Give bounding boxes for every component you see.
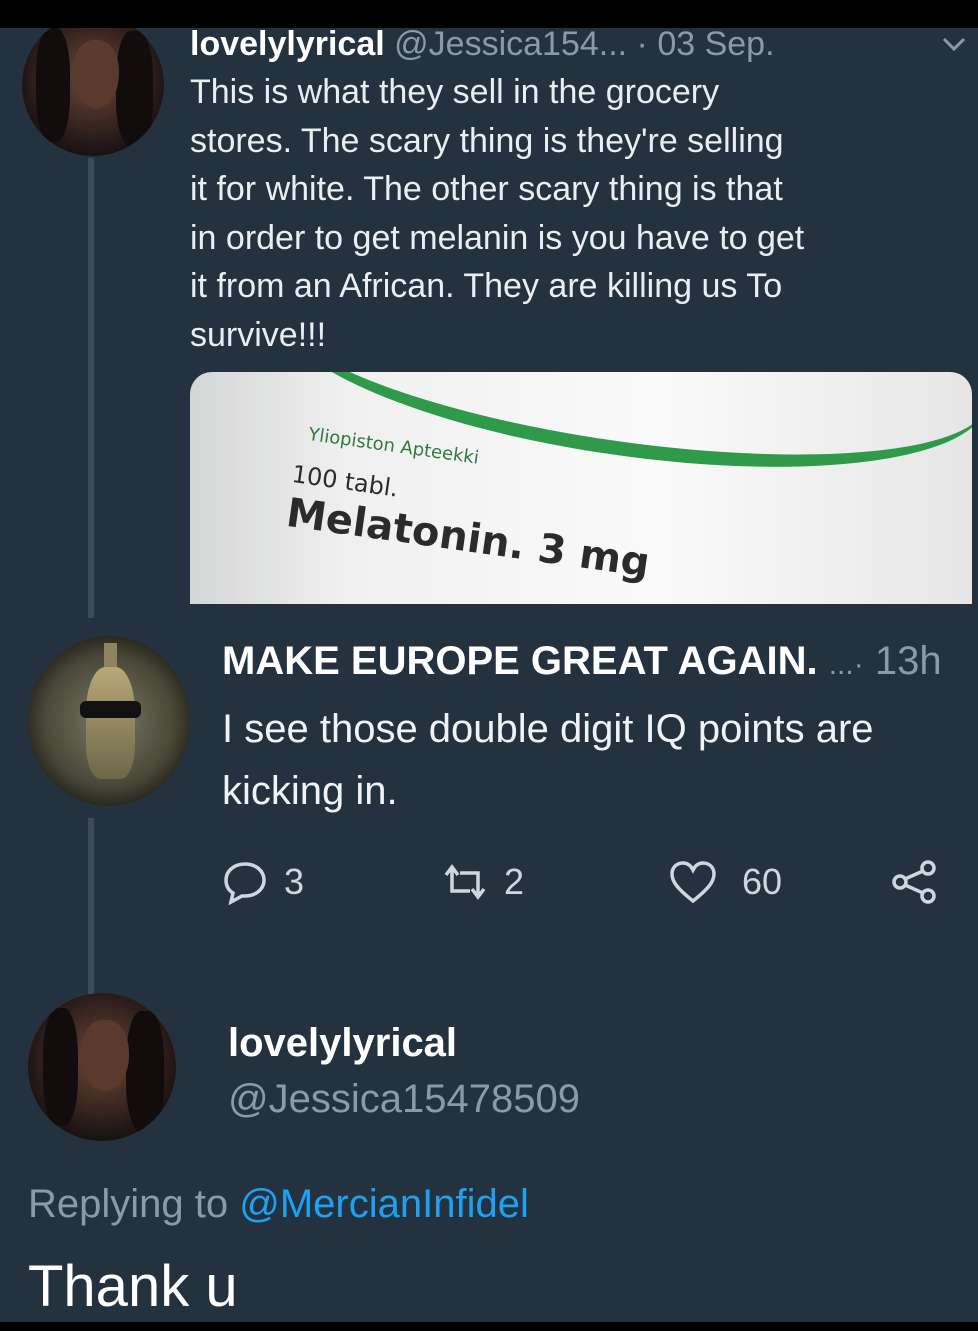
tweet-text-line: in order to get melanin is you have to g…	[190, 218, 805, 257]
share-icon[interactable]	[890, 859, 940, 905]
tweet-thread: lovelylyrical @Jessica154... · 03 Sep. T…	[0, 28, 978, 1322]
timestamp[interactable]: 13h	[875, 639, 942, 683]
thread-line	[88, 158, 94, 618]
media-brand-text: Yliopiston Apteekki	[307, 424, 481, 469]
heart-icon[interactable]	[668, 859, 718, 905]
display-name[interactable]: lovelylyrical	[228, 1018, 457, 1068]
media-product-text: Melatonin. 3 mg	[283, 490, 653, 587]
replying-to-label: Replying to	[28, 1182, 229, 1226]
tweet-text: I see those double digit IQ points are k…	[222, 698, 972, 822]
reply-icon[interactable]	[222, 859, 268, 905]
tweet-text: This is what they sell in the grocery st…	[190, 68, 975, 359]
handle[interactable]: @Jessica154...	[394, 28, 627, 63]
reply-count: 3	[284, 861, 305, 902]
replying-to-link[interactable]: @MercianInfidel	[239, 1182, 529, 1226]
display-name[interactable]: lovelylyrical	[190, 28, 385, 63]
tweet-text-line: stores. The scary thing is they're selli…	[190, 121, 784, 160]
avatar[interactable]	[22, 28, 164, 156]
more-icon[interactable]: ...·	[829, 648, 864, 681]
replying-to: Replying to @MercianInfidel	[28, 1178, 529, 1230]
share-action[interactable]	[890, 854, 940, 910]
reply-text: Thank u	[28, 1254, 238, 1319]
tweet-text-line: This is what they sell in the grocery	[190, 73, 720, 111]
thread-line	[88, 818, 94, 1008]
reply-action[interactable]: 3	[222, 854, 304, 910]
tweet-media-image[interactable]: Yliopiston Apteekki 100 tabl. Melatonin.…	[190, 372, 972, 604]
chevron-down-icon[interactable]	[940, 34, 968, 59]
tweet-text-line: kicking in.	[222, 769, 398, 813]
tweet-text-line: survive!!!	[190, 315, 327, 354]
avatar[interactable]	[28, 993, 176, 1141]
retweet-action[interactable]: 2	[440, 854, 524, 910]
tweet-header: MAKE EUROPE GREAT AGAIN. ...· 13h	[222, 636, 942, 690]
handle[interactable]: @Jessica15478509	[228, 1074, 580, 1124]
tweet-text-line: it from an African. They are killing us …	[190, 267, 783, 305]
display-name[interactable]: MAKE EUROPE GREAT AGAIN.	[222, 639, 818, 683]
tweet-text-line: I see those double digit IQ points are	[222, 707, 874, 751]
timestamp[interactable]: · 03 Sep.	[637, 28, 775, 63]
retweet-icon[interactable]	[440, 859, 490, 905]
like-count: 60	[742, 861, 783, 902]
tweet-text-line: it for white. The other scary thing is t…	[190, 170, 783, 208]
avatar[interactable]	[28, 636, 190, 806]
tweet-header: lovelylyrical @Jessica154... · 03 Sep.	[190, 28, 775, 64]
retweet-count: 2	[504, 861, 525, 902]
like-action[interactable]: 60	[668, 854, 782, 910]
